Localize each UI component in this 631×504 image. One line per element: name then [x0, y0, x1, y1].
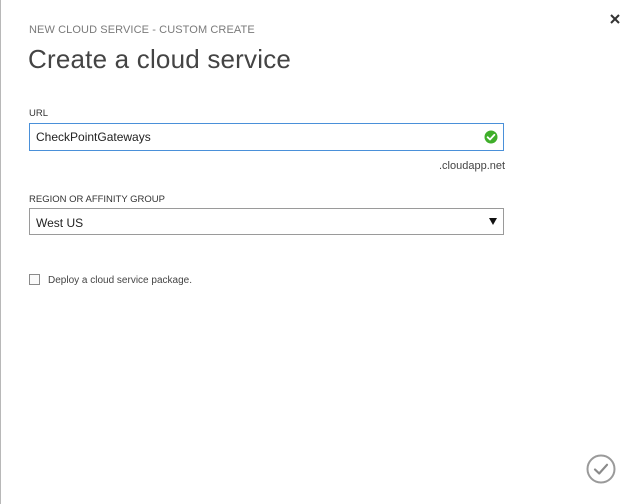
url-label: URL [29, 108, 49, 119]
url-domain-suffix: .cloudapp.net [439, 160, 506, 172]
url-field-container [29, 123, 504, 151]
confirm-button[interactable] [586, 454, 616, 484]
dropdown-arrow-icon [489, 218, 497, 225]
checkmark-circle-icon [586, 454, 616, 484]
create-cloud-service-dialog: NEW CLOUD SERVICE - CUSTOM CREATE Create… [0, 0, 631, 504]
url-input[interactable] [30, 124, 476, 150]
region-selected-value: West US [36, 216, 84, 230]
valid-checkmark-icon [484, 130, 498, 144]
deploy-package-checkbox[interactable] [29, 274, 40, 285]
dialog-subtitle: NEW CLOUD SERVICE - CUSTOM CREATE [29, 24, 255, 36]
region-label: REGION OR AFFINITY GROUP [29, 194, 166, 205]
close-icon[interactable] [606, 10, 624, 28]
page-title: Create a cloud service [28, 44, 292, 74]
region-select[interactable]: West US [29, 208, 504, 235]
deploy-package-label[interactable]: Deploy a cloud service package. [48, 275, 192, 286]
